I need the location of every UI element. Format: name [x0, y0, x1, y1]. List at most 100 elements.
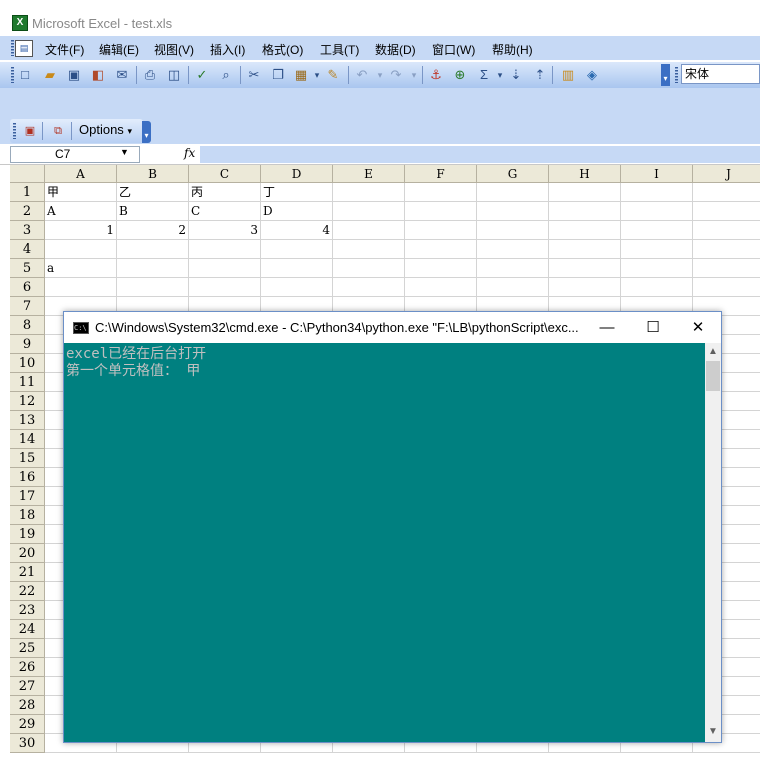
- maximize-button[interactable]: ☐: [630, 312, 676, 343]
- cell-a3[interactable]: 1: [45, 221, 117, 240]
- print-preview-icon[interactable]: ◫: [166, 67, 182, 83]
- row-header-13[interactable]: 13: [10, 411, 45, 430]
- cell-a5[interactable]: a: [45, 259, 117, 278]
- cell-g3[interactable]: [477, 221, 549, 240]
- cell-i1[interactable]: [621, 183, 693, 202]
- cell-c5[interactable]: [189, 259, 261, 278]
- email-icon[interactable]: ✉: [114, 67, 130, 83]
- cmd-output[interactable]: excel已经在后台打开 第一个单元格值： 甲: [64, 343, 705, 742]
- cell-e1[interactable]: [333, 183, 405, 202]
- cell-b5[interactable]: [117, 259, 189, 278]
- row-header-3[interactable]: 3: [10, 221, 45, 240]
- hyperlink-icon[interactable]: ⚓: [428, 67, 444, 83]
- row-header-28[interactable]: 28: [10, 696, 45, 715]
- cut-icon[interactable]: ✂: [246, 67, 262, 83]
- row-header-1[interactable]: 1: [10, 183, 45, 202]
- copy-icon[interactable]: ❐: [270, 67, 286, 83]
- cell-d3[interactable]: 4: [261, 221, 333, 240]
- row-header-25[interactable]: 25: [10, 639, 45, 658]
- select-all-corner[interactable]: [10, 165, 45, 183]
- cmd-title-bar[interactable]: C:\ C:\Windows\System32\cmd.exe - C:\Pyt…: [64, 312, 721, 343]
- row-header-17[interactable]: 17: [10, 487, 45, 506]
- column-header-f[interactable]: F: [405, 165, 477, 183]
- row-header-22[interactable]: 22: [10, 582, 45, 601]
- cell-i2[interactable]: [621, 202, 693, 221]
- row-header-19[interactable]: 19: [10, 525, 45, 544]
- autosum-icon[interactable]: Σ: [476, 67, 492, 83]
- undo-icon[interactable]: ↶: [354, 67, 370, 83]
- font-name-select[interactable]: 宋体: [681, 64, 760, 84]
- cell-a4[interactable]: [45, 240, 117, 259]
- row-header-6[interactable]: 6: [10, 278, 45, 297]
- cell-a2[interactable]: A: [45, 202, 117, 221]
- options-toolbar-dropdown-icon[interactable]: ▾: [142, 121, 151, 143]
- cell-b1[interactable]: 乙: [117, 183, 189, 202]
- name-box-dropdown-icon[interactable]: ▼: [120, 147, 129, 157]
- cell-d6[interactable]: [261, 278, 333, 297]
- scroll-up-icon[interactable]: ▲: [705, 344, 721, 360]
- row-header-29[interactable]: 29: [10, 715, 45, 734]
- minimize-button[interactable]: —: [584, 312, 630, 343]
- sort-descending-icon[interactable]: ⇡: [532, 67, 548, 83]
- row-header-5[interactable]: 5: [10, 259, 45, 278]
- column-header-a[interactable]: A: [45, 165, 117, 183]
- cell-j6[interactable]: [693, 278, 760, 297]
- cell-e6[interactable]: [333, 278, 405, 297]
- cell-f1[interactable]: [405, 183, 477, 202]
- format-painter-icon[interactable]: ✎: [325, 67, 341, 83]
- chart-wizard-icon[interactable]: ▥: [560, 67, 576, 83]
- close-button[interactable]: ✕: [675, 312, 721, 343]
- row-header-2[interactable]: 2: [10, 202, 45, 221]
- cell-h3[interactable]: [549, 221, 621, 240]
- cell-f4[interactable]: [405, 240, 477, 259]
- row-header-9[interactable]: 9: [10, 335, 45, 354]
- row-header-4[interactable]: 4: [10, 240, 45, 259]
- cell-i4[interactable]: [621, 240, 693, 259]
- cell-j3[interactable]: [693, 221, 760, 240]
- menubar-grip[interactable]: [11, 40, 14, 56]
- cmd-window[interactable]: C:\ C:\Windows\System32\cmd.exe - C:\Pyt…: [63, 311, 722, 743]
- row-header-24[interactable]: 24: [10, 620, 45, 639]
- row-header-23[interactable]: 23: [10, 601, 45, 620]
- cell-a1[interactable]: 甲: [45, 183, 117, 202]
- column-header-h[interactable]: H: [549, 165, 621, 183]
- options-toolbar-grip[interactable]: [13, 123, 16, 139]
- cell-c3[interactable]: 3: [189, 221, 261, 240]
- row-header-26[interactable]: 26: [10, 658, 45, 677]
- column-header-i[interactable]: I: [621, 165, 693, 183]
- column-header-g[interactable]: G: [477, 165, 549, 183]
- spelling-icon[interactable]: ✓: [194, 67, 210, 83]
- cell-d4[interactable]: [261, 240, 333, 259]
- paste-dropdown-icon[interactable]: ▾: [309, 67, 325, 83]
- cell-d2[interactable]: D: [261, 202, 333, 221]
- record-icon[interactable]: ⧉: [50, 123, 66, 139]
- cell-h5[interactable]: [549, 259, 621, 278]
- formula-input[interactable]: [200, 146, 760, 163]
- redo-dropdown-icon[interactable]: ▾: [406, 67, 422, 83]
- cell-i6[interactable]: [621, 278, 693, 297]
- cell-b4[interactable]: [117, 240, 189, 259]
- cell-b3[interactable]: 2: [117, 221, 189, 240]
- research-icon[interactable]: ⌕: [218, 67, 234, 83]
- menu-insert[interactable]: 插入(I): [210, 41, 245, 58]
- cell-f5[interactable]: [405, 259, 477, 278]
- cell-h6[interactable]: [549, 278, 621, 297]
- column-header-d[interactable]: D: [261, 165, 333, 183]
- row-header-14[interactable]: 14: [10, 430, 45, 449]
- cell-g1[interactable]: [477, 183, 549, 202]
- cell-d1[interactable]: 丁: [261, 183, 333, 202]
- menu-tools[interactable]: 工具(T): [320, 41, 359, 58]
- menu-file[interactable]: 文件(F): [45, 41, 84, 58]
- scroll-down-icon[interactable]: ▼: [705, 724, 721, 740]
- row-header-30[interactable]: 30: [10, 734, 45, 753]
- paste-icon[interactable]: ▦: [293, 67, 309, 83]
- cell-d5[interactable]: [261, 259, 333, 278]
- cell-b6[interactable]: [117, 278, 189, 297]
- save-icon[interactable]: ▣: [66, 67, 82, 83]
- row-header-18[interactable]: 18: [10, 506, 45, 525]
- cell-e3[interactable]: [333, 221, 405, 240]
- menu-window[interactable]: 窗口(W): [432, 41, 475, 58]
- toolbar-grip[interactable]: [11, 67, 14, 83]
- cell-i3[interactable]: [621, 221, 693, 240]
- cell-c2[interactable]: C: [189, 202, 261, 221]
